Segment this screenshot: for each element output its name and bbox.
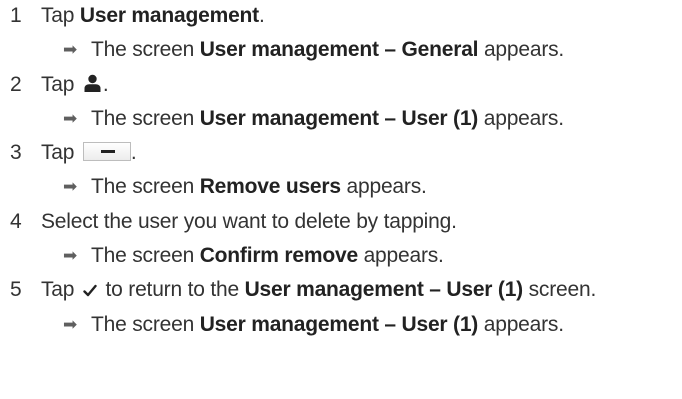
step-text-post: screen. xyxy=(522,278,597,301)
step-text: Select the user you want to delete by ta… xyxy=(41,210,457,233)
result-arrow-icon: ➡ xyxy=(63,315,78,334)
result-bold-term: Remove users xyxy=(199,175,341,198)
step-text-pre: Tap xyxy=(41,73,80,96)
step-text: Tap . xyxy=(41,137,137,169)
result-text: The screen User management – User (1) ap… xyxy=(91,103,564,135)
step-text-mid: to return to the xyxy=(99,278,245,301)
checkmark-icon xyxy=(83,285,97,297)
result-text: The screen User management – User (1) ap… xyxy=(91,309,564,341)
step-number: 4 xyxy=(10,210,22,233)
result-text-pre: The screen xyxy=(91,175,200,198)
result-text: The screen Remove users appears. xyxy=(91,171,427,203)
step-number: 2 xyxy=(10,73,22,96)
result-text-post: appears. xyxy=(478,107,564,130)
result-text-pre: The screen xyxy=(91,38,200,61)
result-bold-term: User management – User (1) xyxy=(199,313,479,336)
result-text-pre: The screen xyxy=(91,107,200,130)
step-number: 3 xyxy=(10,141,22,164)
step-text: Tap . xyxy=(41,69,109,101)
result-bold-term: User management – General xyxy=(199,38,479,61)
instruction-document: 1 Tap User management. ➡ The screen User… xyxy=(0,0,682,399)
step-text: Tap to return to the User management – U… xyxy=(41,274,596,306)
minus-icon xyxy=(100,149,115,153)
step-text-post: . xyxy=(130,141,137,164)
result-text: The screen User management – General app… xyxy=(91,34,564,66)
step-text-pre: Tap xyxy=(41,278,80,301)
result-text-post: appears. xyxy=(478,313,564,336)
result-text-post: appears. xyxy=(478,38,565,61)
step-bold-term: User management xyxy=(79,4,259,27)
step-number: 1 xyxy=(10,4,22,27)
step-text-post: . xyxy=(258,4,265,27)
result-bold-term: User management – User (1) xyxy=(199,107,479,130)
step-bold-term: User management – User (1) xyxy=(244,278,524,301)
result-arrow-icon: ➡ xyxy=(63,177,78,196)
minus-button-icon xyxy=(82,141,131,161)
step-text-pre: Tap xyxy=(41,141,80,164)
result-text-pre: The screen xyxy=(91,244,200,267)
result-arrow-icon: ➡ xyxy=(63,109,78,128)
result-text-pre: The screen xyxy=(91,313,200,336)
result-bold-term: Confirm remove xyxy=(199,244,358,267)
step-text: Tap User management. xyxy=(41,0,265,32)
result-arrow-icon: ➡ xyxy=(63,40,78,59)
result-arrow-icon: ➡ xyxy=(63,246,78,265)
result-text: The screen Confirm remove appears. xyxy=(91,240,444,272)
result-text-post: appears. xyxy=(340,175,427,198)
result-text-post: appears. xyxy=(357,244,444,267)
step-text-pre: Tap xyxy=(41,4,80,27)
step-number: 5 xyxy=(10,278,22,301)
step-text-post: . xyxy=(102,73,109,96)
user-icon xyxy=(84,75,101,93)
